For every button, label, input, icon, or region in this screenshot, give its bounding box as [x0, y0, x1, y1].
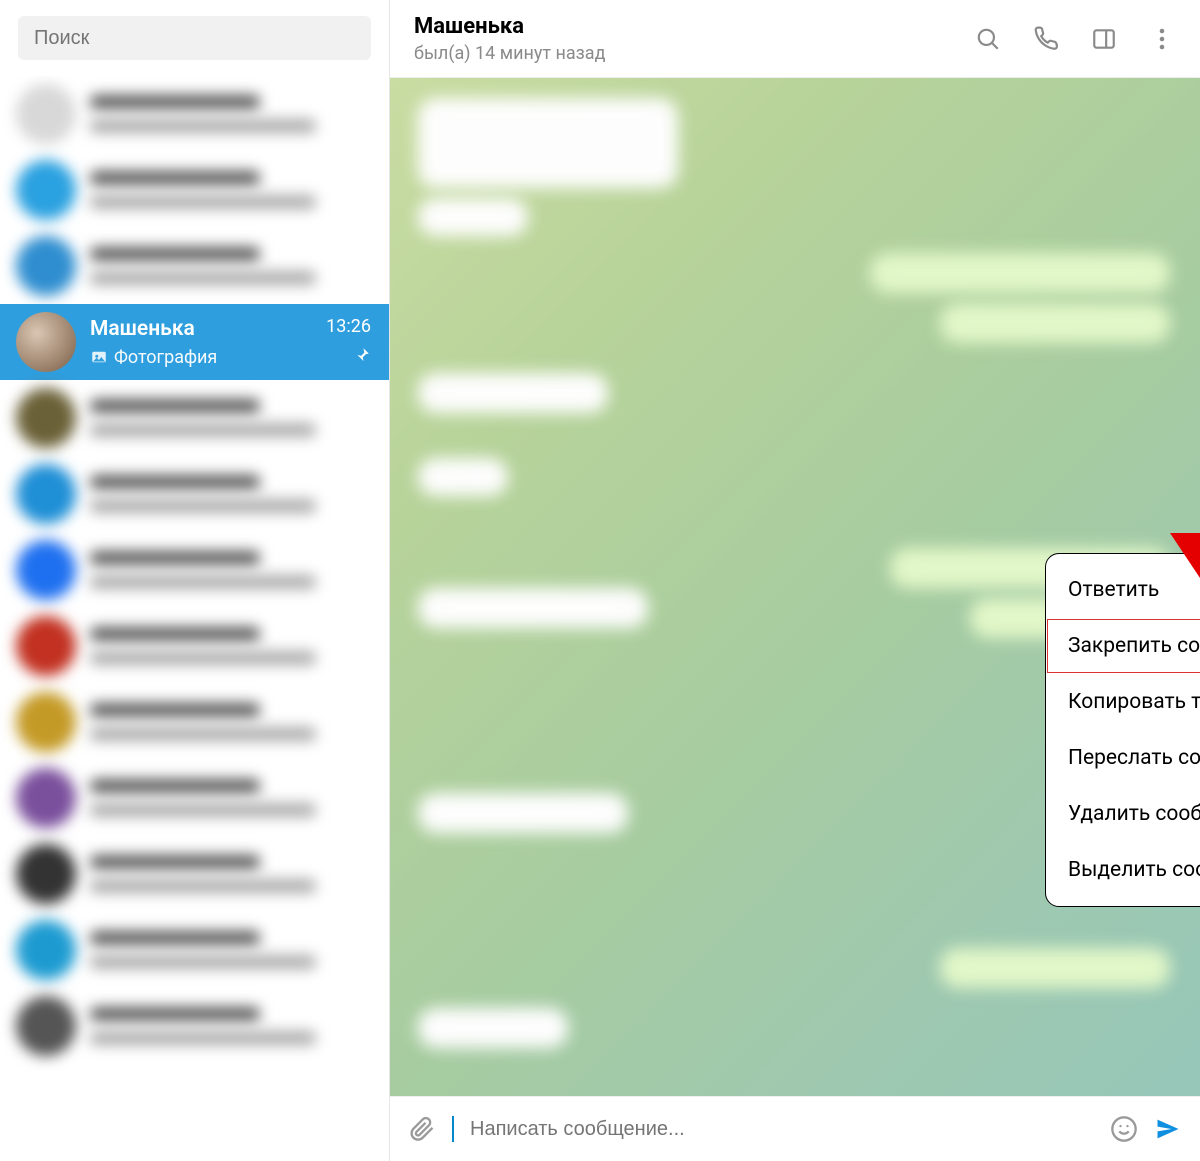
chat-item-name-blurred	[90, 855, 260, 869]
avatar	[16, 768, 76, 828]
chat-header-title: Машенька	[414, 14, 605, 39]
chat-list-sidebar: Машенька Фотография 13:26	[0, 0, 390, 1161]
chat-list-item[interactable]	[0, 532, 389, 608]
chat-item-name-blurred	[90, 247, 260, 261]
chat-item-time: 13:26	[326, 316, 371, 337]
outgoing-message-blurred[interactable]	[870, 253, 1170, 293]
search-input[interactable]	[18, 16, 371, 60]
chat-list-item[interactable]	[0, 684, 389, 760]
chat-item-preview-blurred	[90, 575, 316, 589]
message-context-menu: ОтветитьЗакрепить сообщениеКопировать те…	[1045, 553, 1200, 907]
avatar	[16, 616, 76, 676]
avatar	[16, 464, 76, 524]
chat-item-preview-blurred	[90, 195, 316, 209]
chat-list-item[interactable]	[0, 380, 389, 456]
compose-input[interactable]	[470, 1118, 1094, 1141]
attach-icon[interactable]	[408, 1115, 436, 1143]
composer	[390, 1096, 1200, 1161]
compose-caret	[452, 1116, 454, 1142]
chat-list-item[interactable]	[0, 836, 389, 912]
chat-item-name-blurred	[90, 399, 260, 413]
incoming-message-blurred[interactable]	[418, 1008, 568, 1048]
chat-item-name-blurred	[90, 779, 260, 793]
chat-item-preview-blurred	[90, 803, 316, 817]
emoji-icon[interactable]	[1110, 1115, 1138, 1143]
chat-list[interactable]: Машенька Фотография 13:26	[0, 76, 389, 1161]
avatar	[16, 540, 76, 600]
annotation-arrow-icon	[1195, 343, 1200, 593]
chat-item-preview-blurred	[90, 651, 316, 665]
incoming-message-blurred[interactable]	[418, 793, 628, 833]
chat-item-name-blurred	[90, 171, 260, 185]
context-menu-item[interactable]: Удалить сообщение	[1046, 786, 1200, 842]
chat-header-subtitle: был(а) 14 минут назад	[414, 43, 605, 64]
chat-item-preview-blurred	[90, 1031, 316, 1045]
chat-item-name-blurred	[90, 475, 260, 489]
chat-list-item[interactable]	[0, 912, 389, 988]
outgoing-message-blurred[interactable]	[940, 303, 1170, 343]
call-icon[interactable]	[1032, 25, 1060, 53]
chat-header: Машенька был(а) 14 минут назад	[390, 0, 1200, 78]
incoming-message-blurred[interactable]	[418, 198, 528, 236]
chat-item-subtitle: Фотография	[90, 347, 373, 368]
avatar	[16, 84, 76, 144]
avatar	[16, 160, 76, 220]
context-menu-item[interactable]: Копировать текст	[1046, 674, 1200, 730]
chat-item-preview-blurred	[90, 271, 316, 285]
avatar	[16, 236, 76, 296]
pin-icon	[353, 346, 371, 368]
outgoing-message-blurred[interactable]	[940, 948, 1170, 988]
chat-item-preview-blurred	[90, 423, 316, 437]
avatar	[16, 388, 76, 448]
context-menu-item[interactable]: Закрепить сообщение	[1046, 618, 1200, 674]
chat-list-item[interactable]	[0, 76, 389, 152]
incoming-message-blurred[interactable]	[418, 98, 678, 188]
sidebar-toggle-icon[interactable]	[1090, 25, 1118, 53]
chat-list-item[interactable]	[0, 456, 389, 532]
avatar	[16, 692, 76, 752]
context-menu-item[interactable]: Выделить сообщение	[1046, 842, 1200, 898]
incoming-message-blurred[interactable]	[418, 373, 608, 413]
chat-list-item[interactable]	[0, 760, 389, 836]
photo-icon	[90, 348, 108, 366]
chat-item-preview-blurred	[90, 119, 316, 133]
context-menu-item[interactable]: Переслать сообщение	[1046, 730, 1200, 786]
chat-item-name-blurred	[90, 1007, 260, 1021]
chat-item-name-blurred	[90, 703, 260, 717]
more-icon[interactable]	[1148, 25, 1176, 53]
chat-main: Машенька был(а) 14 минут назад	[390, 0, 1200, 1161]
chat-item-preview-blurred	[90, 879, 316, 893]
chat-item-preview-blurred	[90, 499, 316, 513]
avatar	[16, 844, 76, 904]
chat-background[interactable]: ОтветитьЗакрепить сообщениеКопировать те…	[390, 78, 1200, 1096]
chat-list-item[interactable]	[0, 608, 389, 684]
incoming-message-blurred[interactable]	[418, 588, 648, 628]
search-icon[interactable]	[974, 25, 1002, 53]
chat-item-name-blurred	[90, 95, 260, 109]
chat-item-preview-blurred	[90, 955, 316, 969]
chat-list-item[interactable]	[0, 152, 389, 228]
avatar	[16, 920, 76, 980]
chat-item-preview-blurred	[90, 727, 316, 741]
chat-item-name-blurred	[90, 551, 260, 565]
incoming-message-blurred[interactable]	[418, 458, 508, 496]
chat-list-item[interactable]	[0, 228, 389, 304]
chat-list-item[interactable]	[0, 988, 389, 1064]
chat-list-item-selected[interactable]: Машенька Фотография 13:26	[0, 304, 389, 380]
avatar	[16, 996, 76, 1056]
avatar	[16, 312, 76, 372]
send-icon[interactable]	[1154, 1115, 1182, 1143]
chat-item-name-blurred	[90, 931, 260, 945]
chat-item-name-blurred	[90, 627, 260, 641]
